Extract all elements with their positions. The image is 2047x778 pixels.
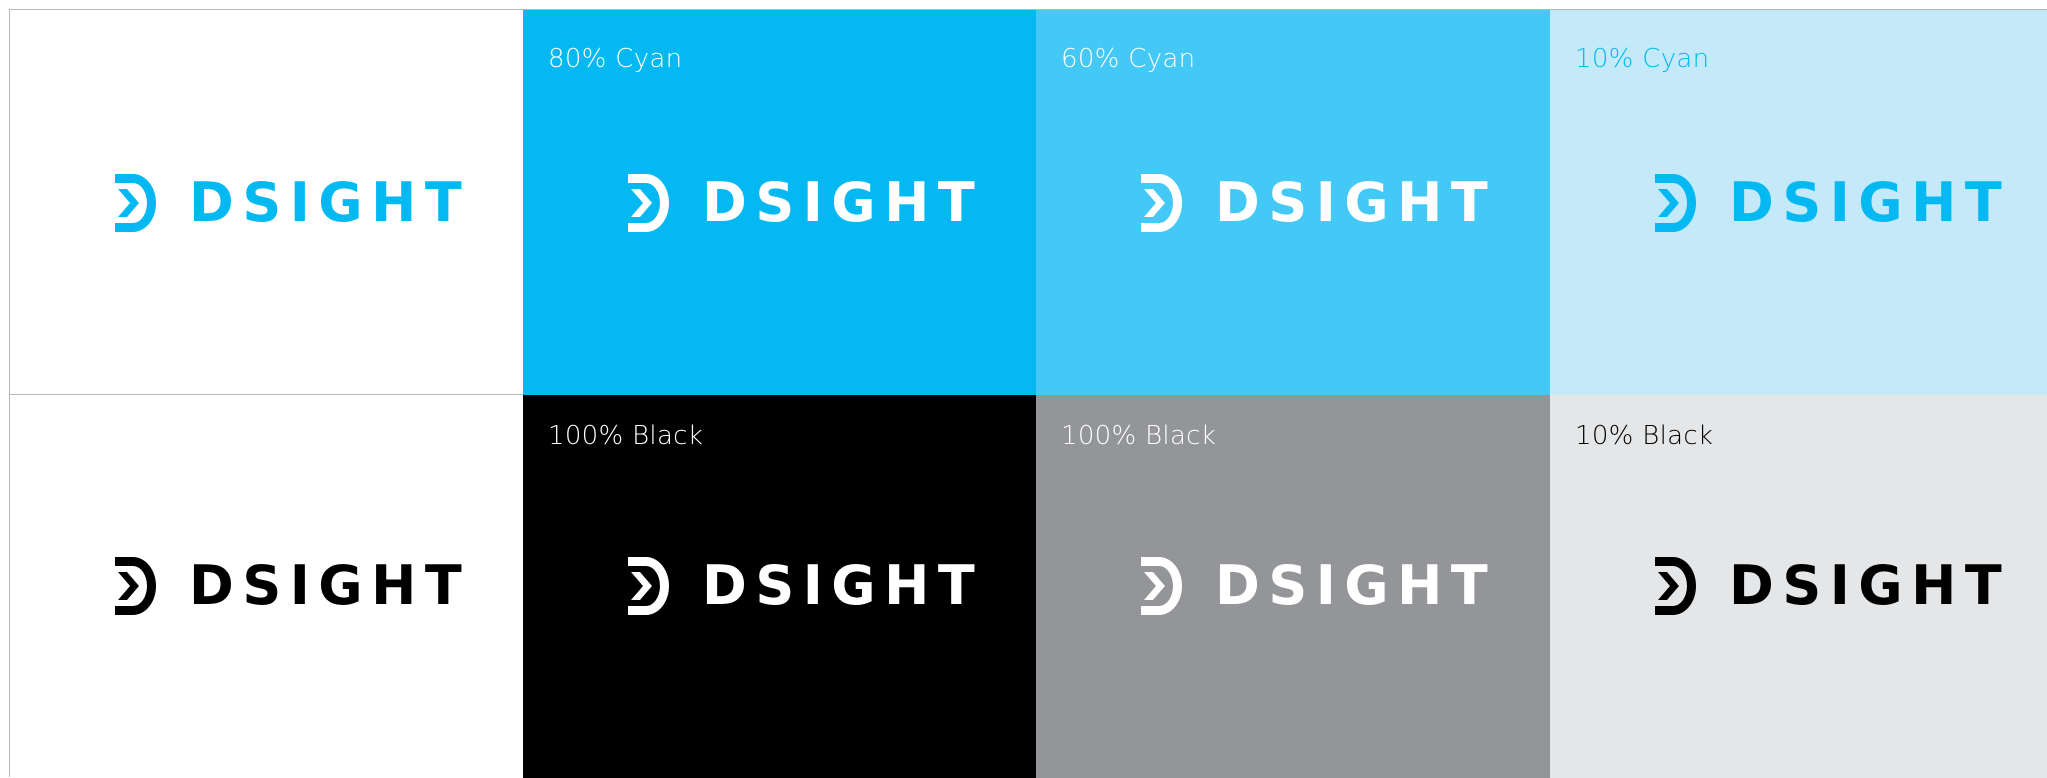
swatch-tile-80-cyan: 80% Cyan DSIGHT (523, 10, 1036, 395)
logo-wordmark: DSIGHT (702, 171, 984, 234)
swatch-tile-10-black: 10% Black DSIGHT (1550, 395, 2047, 778)
logo-wordmark: DSIGHT (1215, 171, 1497, 234)
swatch-tile-10-cyan: 10% Cyan DSIGHT (1550, 10, 2047, 395)
swatch-label: 100% Black (548, 421, 704, 451)
swatch-tile-60-cyan: 60% Cyan DSIGHT (1036, 10, 1550, 395)
d-chevron-logo-icon (115, 557, 156, 615)
swatch-tile-white-black-logo: DSIGHT (10, 395, 523, 778)
swatch-label: 10% Black (1575, 421, 1714, 451)
d-chevron-logo-icon (1655, 557, 1696, 615)
d-chevron-logo-icon (1141, 557, 1182, 615)
logo-wordmark: DSIGHT (189, 554, 471, 617)
logo-wordmark: DSIGHT (1729, 554, 2011, 617)
swatch-tile-white-cyan-logo: DSIGHT (10, 10, 523, 395)
d-chevron-logo-icon (1655, 174, 1696, 232)
swatch-label: 80% Cyan (548, 44, 683, 74)
d-chevron-logo-icon (628, 174, 669, 232)
dsight-logo: DSIGHT (628, 173, 983, 233)
swatch-tile-100-black: 100% Black DSIGHT (523, 395, 1036, 778)
d-chevron-logo-icon (628, 557, 669, 615)
dsight-logo: DSIGHT (628, 556, 983, 616)
swatch-label: 60% Cyan (1061, 44, 1196, 74)
dsight-logo: DSIGHT (115, 556, 470, 616)
d-chevron-logo-icon (115, 174, 156, 232)
logo-wordmark: DSIGHT (1729, 171, 2011, 234)
dsight-logo: DSIGHT (1141, 556, 1496, 616)
swatch-label: 100% Black (1061, 421, 1217, 451)
logo-wordmark: DSIGHT (189, 171, 471, 234)
swatch-label: 10% Cyan (1575, 44, 1710, 74)
logo-color-swatch-grid: DSIGHT 80% Cyan DSIGHT 60% Cyan DSIGHT 1… (9, 9, 2047, 778)
dsight-logo: DSIGHT (1655, 173, 2010, 233)
dsight-logo: DSIGHT (115, 173, 470, 233)
dsight-logo: DSIGHT (1655, 556, 2010, 616)
logo-wordmark: DSIGHT (1215, 554, 1497, 617)
d-chevron-logo-icon (1141, 174, 1182, 232)
logo-wordmark: DSIGHT (702, 554, 984, 617)
dsight-logo: DSIGHT (1141, 173, 1496, 233)
swatch-tile-gray: 100% Black DSIGHT (1036, 395, 1550, 778)
